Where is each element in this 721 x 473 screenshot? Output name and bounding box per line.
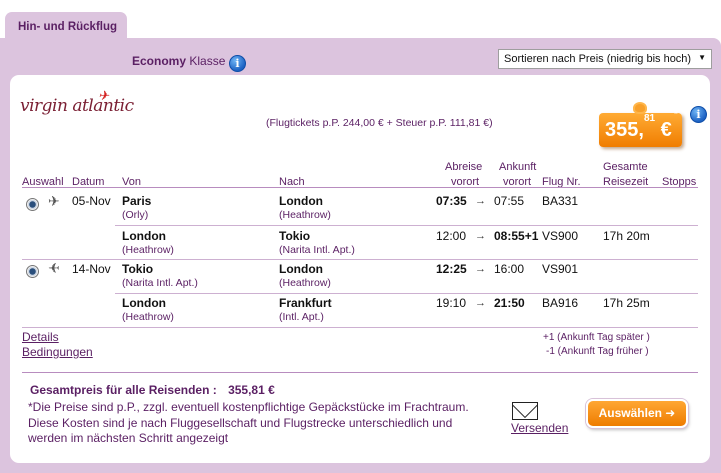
price-currency: € xyxy=(660,119,672,141)
seg2-arr: 08:55+1 xyxy=(494,229,539,243)
seg2-to-sub: (Narita Intl. Apt.) xyxy=(279,244,355,256)
send-link[interactable]: Versenden xyxy=(511,421,568,435)
seg4-from: London xyxy=(122,296,166,310)
seg4-dep: 19:10 xyxy=(436,296,467,310)
total-value: 355,81 € xyxy=(228,383,275,397)
seg3-dep: 12:25 xyxy=(436,262,467,276)
airline-logo: virgin atlantic ✈ xyxy=(20,89,134,116)
airline-logo-text: virgin atlantic xyxy=(20,96,134,116)
class-info-icon[interactable]: i xyxy=(229,55,246,72)
conditions-link[interactable]: Bedingungen xyxy=(22,345,93,359)
disclaimer-line-1: *Die Preise sind p.P., zzgl. eventuell k… xyxy=(28,400,469,414)
seg3-to-sub: (Heathrow) xyxy=(279,277,331,289)
seg1-arrow-icon: → xyxy=(475,195,486,207)
seg1-to-sub: (Heathrow) xyxy=(279,209,331,221)
return-plane-icon: ✈ xyxy=(48,260,60,276)
seg1-from-sub: (Orly) xyxy=(122,209,149,221)
cabin-class-name: Economy xyxy=(132,54,187,68)
envelope-icon[interactable] xyxy=(512,402,538,420)
row-divider xyxy=(115,293,698,294)
airline-logo-swirl-icon: ✈ xyxy=(98,89,109,104)
price-main: 355, xyxy=(605,119,644,141)
total-price: Gesamtpreis für alle Reisenden : 355,81 … xyxy=(30,383,275,397)
seg4-arr: 21:50 xyxy=(494,296,525,310)
seg2-flight: VS900 xyxy=(542,229,579,243)
seg4-to-sub: (Intl. Apt.) xyxy=(279,311,324,323)
chevron-down-icon: ▼ xyxy=(698,53,706,62)
price-info-icon[interactable]: i xyxy=(690,106,707,123)
seg1-arr: 07:55 xyxy=(494,194,525,208)
disclaimer-line-2: Diese Kosten sind je nach Fluggesellscha… xyxy=(28,415,453,430)
row-divider xyxy=(22,259,698,260)
seg1-from: Paris xyxy=(122,194,152,208)
details-link[interactable]: Details xyxy=(22,330,59,344)
fare-breakdown: (Flugtickets p.P. 244,00 € + Steuer p.P.… xyxy=(266,117,493,129)
return-radio[interactable] xyxy=(26,265,39,278)
seg1-to: London xyxy=(279,194,323,208)
seg3-from-sub: (Narita Intl. Apt.) xyxy=(122,277,198,289)
seg4-duration: 17h 25m xyxy=(603,296,650,310)
note-previous-day: -1 (Ankunft Tag früher ) xyxy=(546,346,649,357)
seg3-to: London xyxy=(279,262,323,276)
cabin-class-suffix: Klasse xyxy=(189,54,226,68)
seg2-to: Tokio xyxy=(279,229,311,243)
seg2-from-sub: (Heathrow) xyxy=(122,244,174,256)
header-divider xyxy=(22,187,698,188)
seg4-flight: BA916 xyxy=(542,296,579,310)
sort-dropdown[interactable]: Sortieren nach Preis (niedrig bis hoch) … xyxy=(498,49,712,69)
seg3-arrow-icon: → xyxy=(475,263,486,275)
seg4-to: Frankfurt xyxy=(279,296,332,310)
seg3-from: Tokio xyxy=(122,262,154,276)
seg2-arrow-icon: → xyxy=(475,230,486,242)
note-next-day: +1 (Ankunft Tag später ) xyxy=(543,332,650,343)
row-divider xyxy=(115,225,698,226)
sort-selected-value: Sortieren nach Preis (niedrig bis hoch) xyxy=(504,53,692,65)
seg3-arr: 16:00 xyxy=(494,262,525,276)
row-divider xyxy=(22,327,698,328)
price-disclaimer: *Die Preise sind p.P., zzgl. eventuell k… xyxy=(28,400,488,447)
price-badge: 355,81 € * xyxy=(599,102,682,147)
seg4-from-sub: (Heathrow) xyxy=(122,311,174,323)
tab-strip: Hin- und Rückflug xyxy=(0,0,721,42)
cabin-class: Economy Klasse xyxy=(132,54,225,68)
seg1-dep: 07:35 xyxy=(436,194,467,208)
disclaimer-line-3: werden im nächsten Schritt angezeigt xyxy=(28,431,229,445)
col-total-line1: Gesamte xyxy=(603,161,648,173)
outbound-radio[interactable] xyxy=(26,198,39,211)
seg2-dep: 12:00 xyxy=(436,229,467,243)
seg3-date: 14-Nov xyxy=(72,262,111,276)
total-label: Gesamtpreis für alle Reisenden : xyxy=(30,383,217,397)
seg2-from: London xyxy=(122,229,166,243)
seg1-flight: BA331 xyxy=(542,194,579,208)
select-button[interactable]: Auswählen ➜ xyxy=(586,399,688,428)
price-footnote-marker: * xyxy=(674,109,678,120)
outbound-plane-icon: ✈ xyxy=(48,193,60,209)
price-cents: 81 xyxy=(643,113,656,125)
seg2-duration: 17h 20m xyxy=(603,229,650,243)
seg4-arrow-icon: → xyxy=(475,297,486,309)
seg1-date: 05-Nov xyxy=(72,194,111,208)
col-arr-line1: Ankunft xyxy=(499,161,537,173)
seg3-flight: VS901 xyxy=(542,262,579,276)
col-dep-line1: Abreise xyxy=(445,161,483,173)
